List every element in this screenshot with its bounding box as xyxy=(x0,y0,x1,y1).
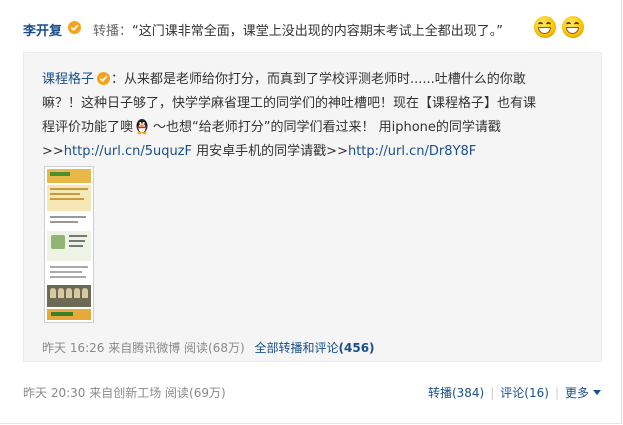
chevron-down-icon xyxy=(593,390,601,395)
post-actions: 转播(384) | 评论(16) | 更多 xyxy=(428,384,601,401)
android-link[interactable]: http://url.cn/Dr8Y8F xyxy=(348,144,476,159)
original-text-line: ～也想“给老师打分”的同学们看过来！ 用iphone的同学请戳 xyxy=(153,120,501,135)
verified-badge-icon xyxy=(97,72,111,85)
original-time-source: 昨天 16:26 来自腾讯微博 阅读(68万) xyxy=(42,341,245,355)
weibo-post-card: 李开复 转播： “这门课非常全面，课堂上没出现的内容期末考试上全都出现了。” 课… xyxy=(0,0,622,424)
grin-emoji-icon xyxy=(562,16,584,38)
post-author-link[interactable]: 李开复 xyxy=(23,20,62,39)
post-text: “这门课非常全面，课堂上没出现的内容期末考试上全都出现了。” xyxy=(132,24,503,39)
thumbnail-image xyxy=(47,169,91,320)
original-post-box: 课程格子 ：从来都是老师给你打分，而真到了学校评测老师时......吐槽什么的你敢… xyxy=(23,52,602,362)
post-time-source: 昨天 20:30 来自创新工场 阅读(69万) xyxy=(23,386,226,400)
iphone-link[interactable]: http://url.cn/5uquzF xyxy=(64,144,192,159)
link-prefix: >> xyxy=(42,144,64,159)
original-text-line: ：从来都是老师给你打分，而真到了学校评测老师时......吐槽什么的你敢 xyxy=(111,72,526,87)
original-text-line: 程评价功能了噢 xyxy=(42,120,134,135)
attached-image-thumbnail[interactable] xyxy=(44,166,94,323)
original-post-meta: 昨天 16:26 来自腾讯微博 阅读(68万) 全部转播和评论(456) xyxy=(42,339,375,356)
all-relays-comments-link[interactable]: 全部转播和评论(456) xyxy=(255,341,375,355)
qq-penguin-icon xyxy=(135,118,149,134)
verified-badge-icon xyxy=(68,21,81,34)
original-post-text: 课程格子 ：从来都是老师给你打分，而真到了学校评测老师时......吐槽什么的你敢… xyxy=(42,68,582,164)
grin-emoji-icon xyxy=(534,16,556,38)
more-menu-button[interactable]: 更多 xyxy=(565,386,601,400)
post-header: 李开复 转播： “这门课非常全面，课堂上没出现的内容期末考试上全都出现了。” xyxy=(23,14,613,44)
original-author-link[interactable]: 课程格子 xyxy=(42,72,94,87)
divider: | xyxy=(554,386,559,400)
comment-button[interactable]: 评论(16) xyxy=(500,386,549,400)
relay-verb: 转播： xyxy=(93,24,133,39)
original-text-line: 嘛？！这种日子够了，快学学麻省理工的同学们的神吐槽吧！现在【课程格子】也有课 xyxy=(42,96,537,111)
relay-button[interactable]: 转播(384) xyxy=(428,386,484,400)
original-text-line: 用安卓手机的同学请戳>> xyxy=(192,144,348,159)
divider: | xyxy=(490,386,495,400)
